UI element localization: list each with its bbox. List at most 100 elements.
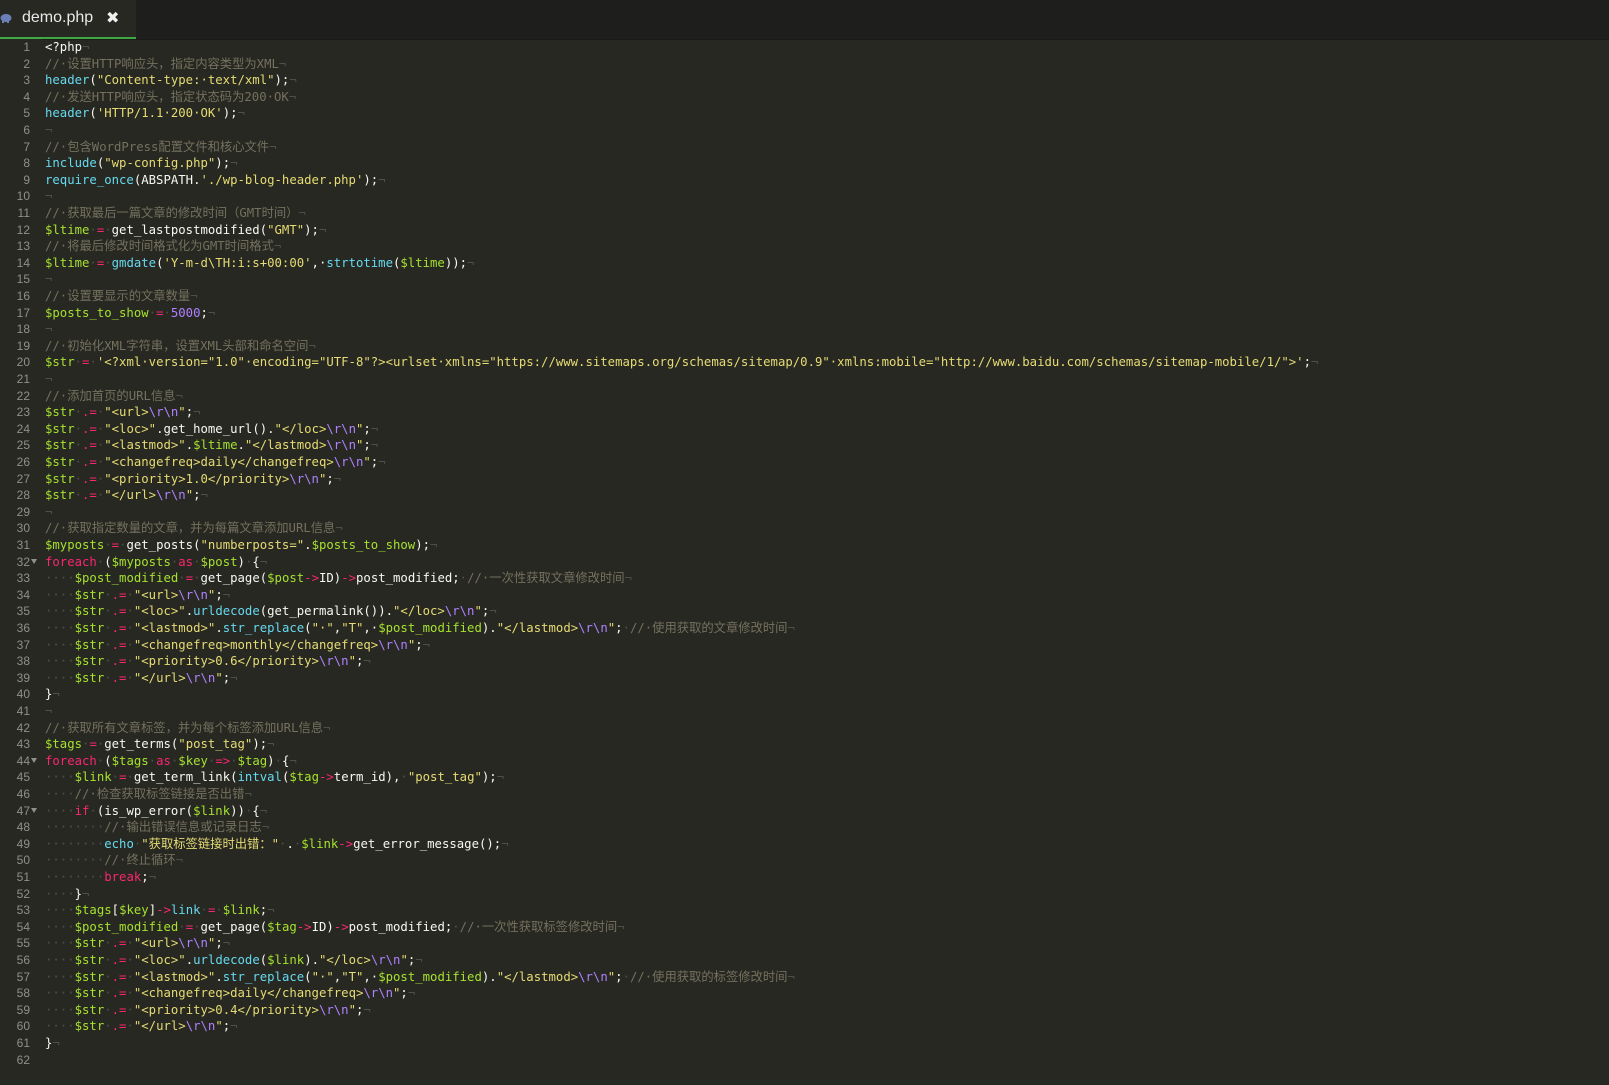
code-line[interactable]: 35 ····$str·.=·"<loc>".urldecode(get_perm…	[0, 603, 1609, 620]
code-line[interactable]: 50 ········//·终止循环¬	[0, 852, 1609, 869]
code-line[interactable]: 18 ¬	[0, 321, 1609, 338]
code-line[interactable]: 28 $str·.=·"</url>\r\n";¬	[0, 487, 1609, 504]
code-token: 'Y-m-d\TH:i:s+00:00'	[163, 255, 312, 270]
code-line[interactable]: 54 ····$post_modified·=·get_page($tag->ID…	[0, 919, 1609, 936]
code-text: //·设置要显示的文章数量¬	[45, 288, 198, 305]
code-line[interactable]: 40}¬	[0, 686, 1609, 703]
code-token: $str	[45, 421, 75, 436]
code-line[interactable]: 26 $str·.=·"<changefreq>daily</changefreq…	[0, 454, 1609, 471]
code-line[interactable]: 56 ····$str·.=·"<loc>".urldecode($link)."…	[0, 952, 1609, 969]
code-token: //·获取指定数量的文章，并为每篇文章添加URL信息	[45, 521, 336, 536]
code-line[interactable]: 32 foreach·($myposts·as·$post)·{¬	[0, 554, 1609, 571]
line-number: 24	[16, 421, 30, 436]
code-line[interactable]: 12 $ltime·=·get_lastpostmodified("GMT");¬	[0, 222, 1609, 239]
code-line[interactable]: 17 $posts_to_show·=·5000;¬	[0, 305, 1609, 322]
code-line[interactable]: 58 ····$str·.=·"<changefreq>daily</change…	[0, 985, 1609, 1002]
code-line[interactable]: 33 ····$post_modified·=·get_page($post->I…	[0, 570, 1609, 587]
code-line[interactable]: 10 ¬	[0, 188, 1609, 205]
code-line[interactable]: 41 ¬	[0, 703, 1609, 720]
code-line[interactable]: 21 ¬	[0, 371, 1609, 388]
code-token: ->	[156, 903, 171, 918]
code-line[interactable]: 30 //·获取指定数量的文章，并为每篇文章添加URL信息¬	[0, 520, 1609, 537]
close-icon[interactable]: ✖	[106, 8, 119, 27]
code-line[interactable]: 5 header('HTTP/1.1·200·OK');¬	[0, 105, 1609, 122]
code-token: term_id),	[333, 770, 401, 785]
code-line[interactable]: 51 ········break;¬	[0, 869, 1609, 886]
code-token: "<changefreq>daily</changefreq>	[133, 986, 364, 1001]
code-line[interactable]: 20 $str·=·'<?xml·version="1.0"·encoding="…	[0, 354, 1609, 371]
code-line[interactable]: 37 ····$str·.=·"<changefreq>monthly</chan…	[0, 637, 1609, 654]
code-token: ->	[296, 919, 312, 934]
code-line[interactable]: 19 //·初始化XML字符串，设置XML头部和命名空间¬	[0, 338, 1609, 355]
code-token: get_terms(	[104, 737, 179, 752]
code-line[interactable]: 49 ········echo·"获取标签链接时出错："·.·$link->get…	[0, 836, 1609, 853]
code-token: ¬	[261, 820, 270, 835]
code-line[interactable]: 53 ····$tags[$key]->link·=·$link;¬	[0, 902, 1609, 919]
code-token: ·	[148, 753, 157, 768]
code-token: \r\n	[318, 654, 349, 669]
code-token: //·获取最后一篇文章的修改时间（GMT时间）	[45, 206, 299, 220]
fold-arrow-icon[interactable]	[31, 558, 37, 564]
line-number: 45	[16, 770, 30, 785]
code-line[interactable]: 22 //·添加首页的URL信息¬	[0, 388, 1609, 405]
code-token: \r\n	[578, 969, 608, 984]
code-token: ····	[45, 654, 75, 669]
code-token: "	[178, 405, 186, 420]
code-text: ····$str·.=·"<lastmod>".str_replace("·",…	[45, 620, 795, 637]
code-token: $tags	[45, 737, 83, 752]
code-line[interactable]: 36 ····$str·.=·"<lastmod>".str_replace("·…	[0, 620, 1609, 637]
code-line[interactable]: 27 $str·.=·"<priority>1.0</priority>\r\n"…	[0, 471, 1609, 488]
code-line[interactable]: 16 //·设置要显示的文章数量¬	[0, 288, 1609, 305]
code-line[interactable]: 60 ····$str·.=·"</url>\r\n";¬	[0, 1018, 1609, 1035]
fold-arrow-icon[interactable]	[31, 807, 37, 813]
code-line[interactable]: 39 ····$str·.=·"</url>\r\n";¬	[0, 670, 1609, 687]
code-line[interactable]: 38 ····$str·.=·"<priority>0.6</priority>\…	[0, 653, 1609, 670]
code-line[interactable]: 14 $ltime·=·gmdate('Y-m-d\TH:i:s+00:00',·…	[0, 255, 1609, 272]
code-token: $tags	[111, 753, 149, 768]
code-line[interactable]: 31 $myposts·=·get_posts("numberposts=".$p…	[0, 537, 1609, 554]
code-token: ¬	[269, 139, 277, 154]
code-editor[interactable]: 1 <?php¬ 2//·设置HTTP响应头，指定内容类型为XML¬ 3 header(…	[0, 39, 1609, 1085]
code-line[interactable]: 25 $str·.=·"<lastmod>".$ltime."</lastmod>…	[0, 437, 1609, 454]
code-token: ¬	[323, 720, 331, 735]
code-line[interactable]: 48 ········//·输出错误信息或记录日志¬	[0, 819, 1609, 836]
code-line[interactable]: 43 $tags·=·get_terms("post_tag");¬	[0, 736, 1609, 753]
code-line[interactable]: 29 ¬	[0, 504, 1609, 521]
code-line[interactable]: 7 //·包含WordPress配置文件和核心文件¬	[0, 139, 1609, 156]
code-line[interactable]: 45 ····$link·=·get_term_link(intval($tag-…	[0, 769, 1609, 786]
code-line[interactable]: 11 //·获取最后一篇文章的修改时间（GMT时间）¬	[0, 205, 1609, 222]
code-line[interactable]: 62	[0, 1052, 1609, 1069]
code-line[interactable]: 6 ¬	[0, 122, 1609, 139]
code-line[interactable]: 4 //·发送HTTP响应头，指定状态码为200·OK¬	[0, 89, 1609, 106]
code-token: (	[104, 554, 112, 569]
code-line[interactable]: 55 ····$str·.=·"<url>\r\n";¬	[0, 935, 1609, 952]
code-line[interactable]: 1 <?php¬	[0, 39, 1609, 56]
code-line[interactable]: 57 ····$str·.=·"<lastmod>".str_replace("·…	[0, 969, 1609, 986]
code-text: }¬	[45, 686, 60, 703]
code-line[interactable]: 47 ····if·(is_wp_error($link))·{¬	[0, 803, 1609, 820]
code-text: ····$str·.=·"</url>\r\n";¬	[45, 670, 238, 687]
code-line[interactable]: 9 require_once(ABSPATH.'./wp-blog-header.…	[0, 172, 1609, 189]
code-line[interactable]: 13 //·将最后修改时间格式化为GMT时间格式¬	[0, 238, 1609, 255]
code-line[interactable]: 23 $str·.=·"<url>\r\n";¬	[0, 404, 1609, 421]
fold-arrow-icon[interactable]	[31, 757, 37, 763]
code-text: $ltime·=·gmdate('Y-m-d\TH:i:s+00:00',·st…	[45, 255, 474, 272]
code-line[interactable]: 59 ····$str·.=·"<priority>0.4</priority>\…	[0, 1002, 1609, 1019]
code-line[interactable]: 2 //·设置HTTP响应头，指定内容类型为XML¬	[0, 56, 1609, 73]
code-line[interactable]: 52 ····}¬	[0, 886, 1609, 903]
code-line[interactable]: 15 ¬	[0, 271, 1609, 288]
code-token: \r\n	[156, 488, 186, 503]
code-line[interactable]: 24 $str·.=·"<loc>".get_home_url()."</loc>…	[0, 421, 1609, 438]
code-line[interactable]: 34 ····$str·.=·"<url>\r\n";¬	[0, 587, 1609, 604]
code-line[interactable]: 46 ····//·检查获取标签链接是否出错¬	[0, 786, 1609, 803]
code-line[interactable]: 42 //·获取所有文章标签，并为每个标签添加URL信息¬	[0, 720, 1609, 737]
code-line[interactable]: 3 header("Content-type:·text/xml");¬	[0, 72, 1609, 89]
code-line[interactable]: 8 include("wp-config.php");¬	[0, 155, 1609, 172]
code-line[interactable]: 61}¬	[0, 1035, 1609, 1052]
code-line[interactable]: 44 foreach·($tags·as·$key·=>·$tag)·{¬	[0, 753, 1609, 770]
code-token: foreach	[45, 753, 97, 768]
tab-demo-php[interactable]: demo.php ✖	[0, 0, 136, 39]
code-text: ····$post_modified·=·get_page($tag->ID)-…	[45, 919, 625, 936]
code-token: ;	[415, 637, 423, 652]
code-token: ¬	[82, 886, 90, 901]
